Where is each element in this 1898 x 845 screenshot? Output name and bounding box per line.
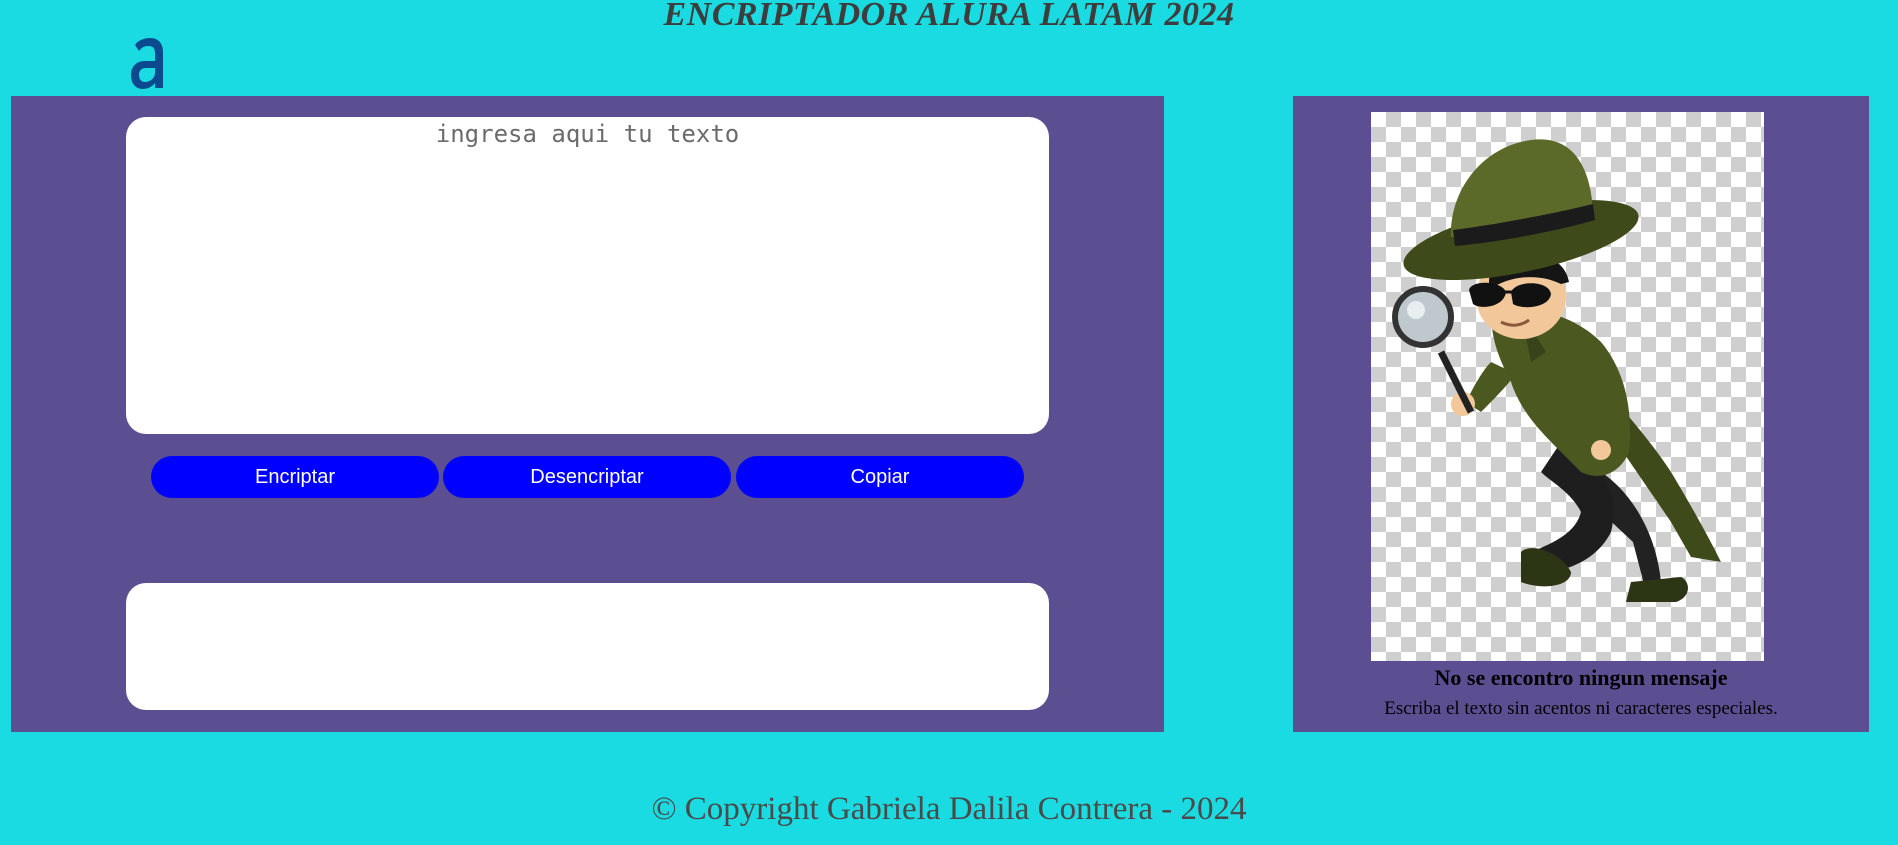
no-message-title: No se encontro ningun mensaje (1434, 665, 1728, 690)
output-text-box[interactable] (126, 583, 1049, 710)
decrypt-button[interactable]: Desencriptar (443, 456, 731, 498)
footer-copyright: © Copyright Gabriela Dalila Contrera - 2… (651, 791, 1247, 827)
detective-illustration (1371, 112, 1764, 661)
alura-logo-icon (131, 38, 163, 89)
text-input[interactable] (126, 117, 1049, 434)
page-title: ENCRIPTADOR ALURA LATAM 2024 (663, 0, 1235, 33)
encrypt-button[interactable]: Encriptar (151, 456, 439, 498)
detective-icon (1392, 139, 1721, 602)
no-message-hint: Escriba el texto sin acentos ni caracter… (1384, 698, 1778, 719)
copy-button[interactable]: Copiar (736, 456, 1024, 498)
page: ENCRIPTADOR ALURA LATAM 2024 Encriptar D… (0, 0, 1898, 845)
